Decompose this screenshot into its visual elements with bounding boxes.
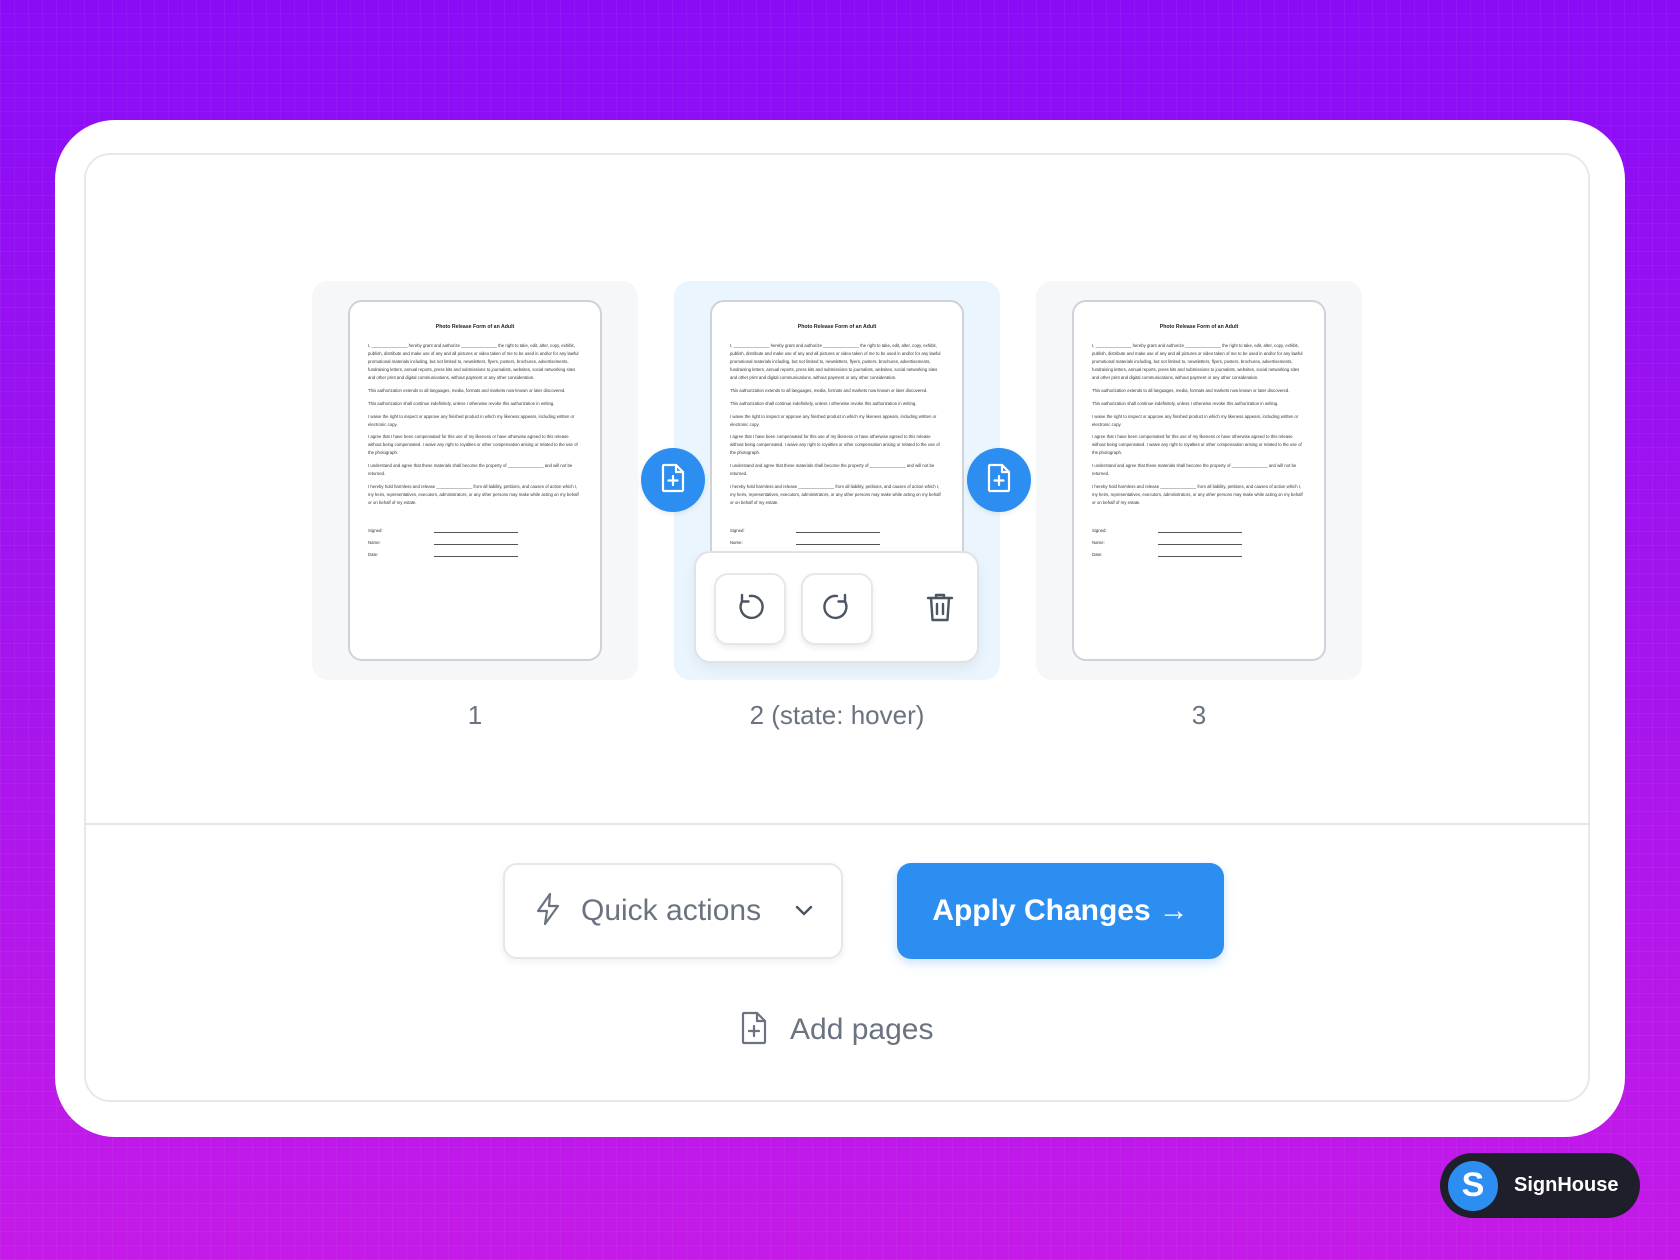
signature-row: Signed: [368,521,582,533]
doc-paragraph: I, _______________ hereby grant and auth… [368,343,579,380]
rotate-right-button[interactable] [801,573,873,645]
signature-line [434,539,518,545]
add-pages-button[interactable]: Add pages [740,1010,933,1050]
signature-row: Signed: [730,521,944,533]
signature-block: Signed: Name: Date: [1092,521,1306,557]
doc-paragraph: I understand and agree that these materi… [1092,463,1297,477]
brand-logo: S [1448,1160,1498,1211]
signature-line [1158,527,1242,533]
doc-paragraph: I agree that I have been compensated for… [1092,434,1302,456]
brand-badge: S SignHouse [1440,1153,1640,1218]
brand-name: SignHouse [1514,1174,1619,1196]
signature-row: Signed: [1092,521,1306,533]
signature-field-label: Name: [368,539,381,545]
toolbar-divider [84,823,1590,825]
insert-page-button[interactable] [641,448,705,512]
page-tile-1[interactable]: Photo Release Form of an Adult I, ______… [312,281,638,680]
doc-paragraph: This authorization extends to all langua… [1092,387,1290,393]
page-thumbnail: Photo Release Form of an Adult I, ______… [348,300,602,661]
doc-paragraph: I agree that I have been compensated for… [730,434,940,456]
doc-paragraph: This authorization shall continue indefi… [730,400,917,406]
signature-field-label: Signed: [368,527,383,533]
page-number-label: 3 [1191,700,1207,730]
page-tile-3[interactable]: Photo Release Form of an Adult I, ______… [1036,281,1362,680]
delete-page-button[interactable] [904,573,976,645]
signature-line [1158,551,1242,557]
doc-paragraph: I understand and agree that these materi… [730,463,935,477]
doc-title: Photo Release Form of an Adult [435,324,515,330]
doc-paragraph: I hereby hold harmless and release _____… [730,484,941,505]
doc-title: Photo Release Form of an Adult [797,324,877,330]
rotate-clockwise-icon [820,590,854,629]
doc-paragraph: I waive the right to inspect or approve … [730,413,937,427]
arrow-right-icon: → [1158,894,1189,927]
doc-paragraph: I understand and agree that these materi… [368,463,573,477]
signature-row: Date: [368,545,582,557]
signature-line [434,551,518,557]
doc-title: Photo Release Form of an Adult [1159,324,1239,330]
signature-row: Name: [368,533,582,545]
page-action-tray [694,551,979,663]
page-number-label: 1 [467,700,483,730]
apply-changes-label: Apply Changes [932,894,1151,927]
rotate-left-button[interactable] [714,573,786,645]
doc-paragraph: I, _______________ hereby grant and auth… [1092,343,1303,380]
doc-paragraph: I, _______________ hereby grant and auth… [730,343,941,380]
quick-actions-dropdown[interactable]: Quick actions [503,863,843,959]
signature-block: Signed: Name: Date: [368,521,582,557]
insert-page-button[interactable] [967,448,1031,512]
file-plus-icon [986,463,1012,498]
add-pages-label: Add pages [790,1013,934,1046]
signature-line [796,539,880,545]
doc-paragraph: I waive the right to inspect or approve … [1092,413,1299,427]
signature-field-label: Date: [368,551,379,557]
doc-paragraph: This authorization shall continue indefi… [368,400,555,406]
signature-line [1158,539,1242,545]
rotate-counterclockwise-icon [733,590,767,629]
signature-row: Date: [1092,545,1306,557]
signature-line [434,527,518,533]
signature-row: Name: [1092,533,1306,545]
trash-icon [925,591,955,628]
chevron-down-icon [795,903,813,921]
doc-paragraph: I hereby hold harmless and release _____… [1092,484,1303,505]
quick-actions-label: Quick actions [581,894,762,927]
doc-paragraph: I hereby hold harmless and release _____… [368,484,579,505]
signature-line [796,527,880,533]
page-number-label: 2 (state: hover) [749,700,925,730]
doc-paragraph: This authorization extends to all langua… [368,387,566,393]
file-plus-icon [740,1011,768,1050]
doc-paragraph: I waive the right to inspect or approve … [368,413,575,427]
file-plus-icon [660,463,686,498]
signature-field-label: Signed: [730,527,745,533]
signature-row: Name: [730,533,944,545]
apply-changes-button[interactable]: Apply Changes → [897,863,1224,959]
signature-field-label: Name: [1092,539,1105,545]
signature-field-label: Date: [1092,551,1103,557]
signature-field-label: Name: [730,539,743,545]
doc-paragraph: I agree that I have been compensated for… [368,434,578,456]
doc-paragraph: This authorization shall continue indefi… [1092,400,1279,406]
page-thumbnail: Photo Release Form of an Adult I, ______… [1072,300,1326,661]
lightning-icon [535,892,561,931]
doc-paragraph: This authorization extends to all langua… [730,387,928,393]
signature-field-label: Signed: [1092,527,1107,533]
